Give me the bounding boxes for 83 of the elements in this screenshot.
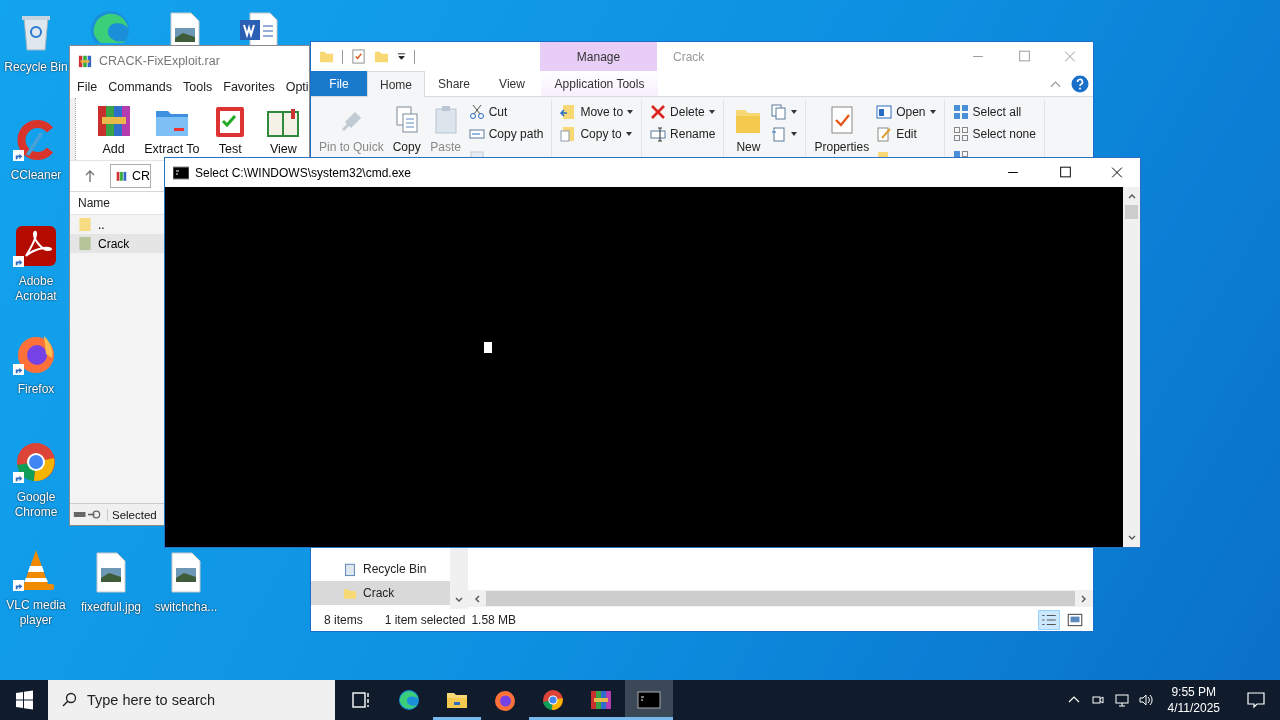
ribbon-button[interactable] xyxy=(769,124,800,144)
search-field[interactable]: Type here to search xyxy=(48,680,335,720)
scissors-icon xyxy=(468,104,485,120)
nav-item[interactable]: Recycle Bin xyxy=(311,557,450,581)
status-text: Selected xyxy=(107,508,157,521)
volume-icon[interactable] xyxy=(1137,692,1154,708)
network-icon[interactable] xyxy=(1113,692,1130,708)
menu-item[interactable]: Tools xyxy=(183,80,213,94)
status-text: 8 items xyxy=(324,613,363,627)
ribbon-tab[interactable]: View xyxy=(483,71,541,96)
terminal-icon xyxy=(173,165,189,180)
ribbon-button[interactable]: Select all xyxy=(950,102,1038,122)
taskbar-button[interactable] xyxy=(625,680,673,720)
toolbar-button[interactable]: View xyxy=(257,103,309,156)
delete-icon xyxy=(650,104,667,120)
pdf-icon[interactable] xyxy=(14,224,58,268)
ribbon-button[interactable] xyxy=(769,102,800,122)
context-tab-header: Manage xyxy=(540,42,657,71)
page-icon xyxy=(771,126,788,142)
move-icon xyxy=(560,104,577,120)
grid-icon xyxy=(952,126,969,142)
books-icon xyxy=(77,54,93,68)
column-header[interactable]: Name xyxy=(78,196,110,210)
details-view-icon[interactable] xyxy=(1039,611,1059,629)
search-icon xyxy=(61,692,77,708)
path-icon xyxy=(468,126,485,142)
books-icon xyxy=(116,169,127,183)
ribbon-tab[interactable]: Home xyxy=(367,71,425,97)
toolbar-button[interactable]: Extract To xyxy=(141,103,203,156)
ribbon-button[interactable]: Select none xyxy=(950,124,1038,144)
address-field[interactable]: CR xyxy=(110,164,151,188)
thumbnail-view-icon[interactable] xyxy=(1065,611,1085,629)
ribbon-button[interactable]: Copy to xyxy=(558,124,636,144)
window-title: CRACK-FixExploit.rar xyxy=(99,54,220,68)
terminal-icon xyxy=(637,688,661,712)
recycle-bin-icon xyxy=(343,561,357,577)
ribbon-button[interactable]: Cut xyxy=(466,102,546,122)
menu-item[interactable]: Opti xyxy=(285,80,309,94)
status-text: 1.58 MB xyxy=(471,613,517,627)
ribbon-button[interactable]: Move to xyxy=(558,102,636,122)
ring-logo-icon xyxy=(541,688,565,712)
ribbon-button[interactable]: Open xyxy=(874,102,938,122)
books-icon xyxy=(589,688,613,712)
folder-icon xyxy=(78,217,92,232)
books-icon xyxy=(95,103,132,139)
menu-item[interactable]: Commands xyxy=(108,80,173,94)
ring-logo-icon[interactable] xyxy=(14,440,58,484)
ribbon-button[interactable]: Delete xyxy=(648,102,718,122)
scrollbar-thumb[interactable] xyxy=(1125,205,1138,219)
window-title: Select C:\WINDOWS\system32\cmd.exe xyxy=(195,165,412,180)
scrollbar-thumb[interactable] xyxy=(486,591,1075,606)
help-icon[interactable] xyxy=(1071,74,1089,93)
ribbon-button[interactable]: Properties xyxy=(812,100,872,160)
grid-icon xyxy=(952,150,969,159)
clock-date[interactable]: 4/11/2025 xyxy=(1167,700,1220,716)
menu-item[interactable]: Favorites xyxy=(223,80,275,94)
window-icon xyxy=(876,104,893,120)
swirl-logo-icon xyxy=(397,688,421,712)
new-item-icon xyxy=(771,104,788,120)
copy-icon xyxy=(560,126,577,142)
fox-logo-icon xyxy=(493,688,517,712)
folder-icon xyxy=(78,236,92,251)
ribbon-button[interactable]: Copy path xyxy=(466,124,546,144)
clock-time[interactable]: 9:55 PM xyxy=(1171,684,1217,700)
grid-icon xyxy=(952,104,969,120)
notification-icon[interactable] xyxy=(1246,690,1266,710)
ribbon-button[interactable]: Rename xyxy=(648,124,718,144)
toolbar-button[interactable]: Test xyxy=(204,103,256,156)
caret-icon[interactable] xyxy=(397,52,406,61)
checklist-icon[interactable] xyxy=(351,49,366,64)
nav-item[interactable]: Crack xyxy=(311,581,450,605)
ribbon-button[interactable]: Edit xyxy=(874,124,938,144)
ribbon-tab[interactable]: Share xyxy=(425,71,483,96)
pencil-icon xyxy=(876,126,893,142)
status-text: 1 item selected xyxy=(384,613,466,627)
ribbon-tab[interactable]: File xyxy=(311,71,367,96)
up-arrow-icon[interactable] xyxy=(84,170,96,182)
toolbar-button[interactable]: Add xyxy=(88,103,140,156)
menu-item[interactable]: File xyxy=(77,80,98,94)
file-row[interactable]: Crack xyxy=(70,234,164,253)
rename-icon xyxy=(650,126,667,142)
drive-key-icon xyxy=(73,509,103,520)
window-title: Crack xyxy=(673,49,705,64)
